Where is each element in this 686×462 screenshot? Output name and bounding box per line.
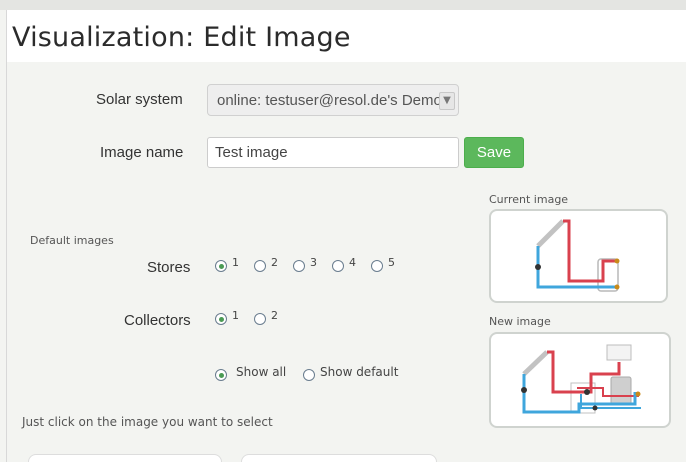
image-option-card[interactable]: [241, 454, 437, 462]
show-all-label: Show all: [236, 365, 287, 379]
new-image-label: New image: [489, 315, 551, 328]
solar-system-label: Solar system: [96, 91, 183, 108]
image-option-card[interactable]: [28, 454, 222, 462]
collector-panel: [522, 350, 549, 376]
current-image-preview: [489, 209, 668, 303]
radiator: [606, 344, 632, 361]
show-all-radio[interactable]: [215, 369, 227, 381]
pump-icon: [535, 264, 541, 270]
window-top-edge: [0, 0, 686, 10]
image-name-label: Image name: [100, 144, 184, 161]
solar-system-value: online: testuser@resol.de's Demo: [217, 92, 442, 109]
stores-option-label: 1: [232, 256, 239, 269]
collectors-option-label: 1: [232, 309, 239, 322]
stores-radio-2[interactable]: [254, 260, 266, 272]
sensor-icon: [614, 284, 620, 290]
new-system-diagram: [521, 344, 641, 414]
stores-option-label: 5: [388, 256, 395, 269]
sensor-icon: [614, 258, 620, 264]
default-images-heading: Default images: [30, 234, 114, 247]
stores-option-label: 3: [310, 256, 317, 269]
collector-panel: [536, 219, 565, 248]
image-name-input[interactable]: Test image: [207, 137, 459, 168]
pump-icon: [521, 387, 527, 393]
selection-hint: Just click on the image you want to sele…: [22, 415, 273, 429]
store-tank: [610, 376, 632, 406]
stores-radio-4[interactable]: [332, 260, 344, 272]
stores-radio-5[interactable]: [371, 260, 383, 272]
collectors-radio-2[interactable]: [254, 313, 266, 325]
pump-icon: [584, 389, 590, 395]
page: Visualization: Edit Image Solar system o…: [0, 0, 686, 462]
show-default-radio[interactable]: [303, 369, 315, 381]
page-title: Visualization: Edit Image: [12, 22, 351, 53]
valve-icon: [592, 405, 598, 411]
sensor-icon: [635, 391, 641, 397]
new-image-preview: [489, 332, 671, 428]
collectors-option-label: 2: [271, 309, 278, 322]
collectors-radio-1[interactable]: [215, 313, 227, 325]
stores-option-label: 4: [349, 256, 356, 269]
stores-radio-1[interactable]: [215, 260, 227, 272]
show-default-label: Show default: [320, 365, 399, 379]
stores-option-label: 2: [271, 256, 278, 269]
current-system-diagram: [535, 219, 620, 292]
current-image-label: Current image: [489, 193, 569, 206]
save-button[interactable]: Save: [464, 137, 524, 168]
collectors-label: Collectors: [124, 312, 191, 329]
page-header: Visualization: Edit Image: [6, 10, 686, 62]
chevron-down-icon[interactable]: ▼: [439, 92, 455, 110]
solar-system-select[interactable]: online: testuser@resol.de's Demo ▼: [207, 84, 459, 116]
stores-radio-3[interactable]: [293, 260, 305, 272]
stores-label: Stores: [147, 259, 191, 276]
